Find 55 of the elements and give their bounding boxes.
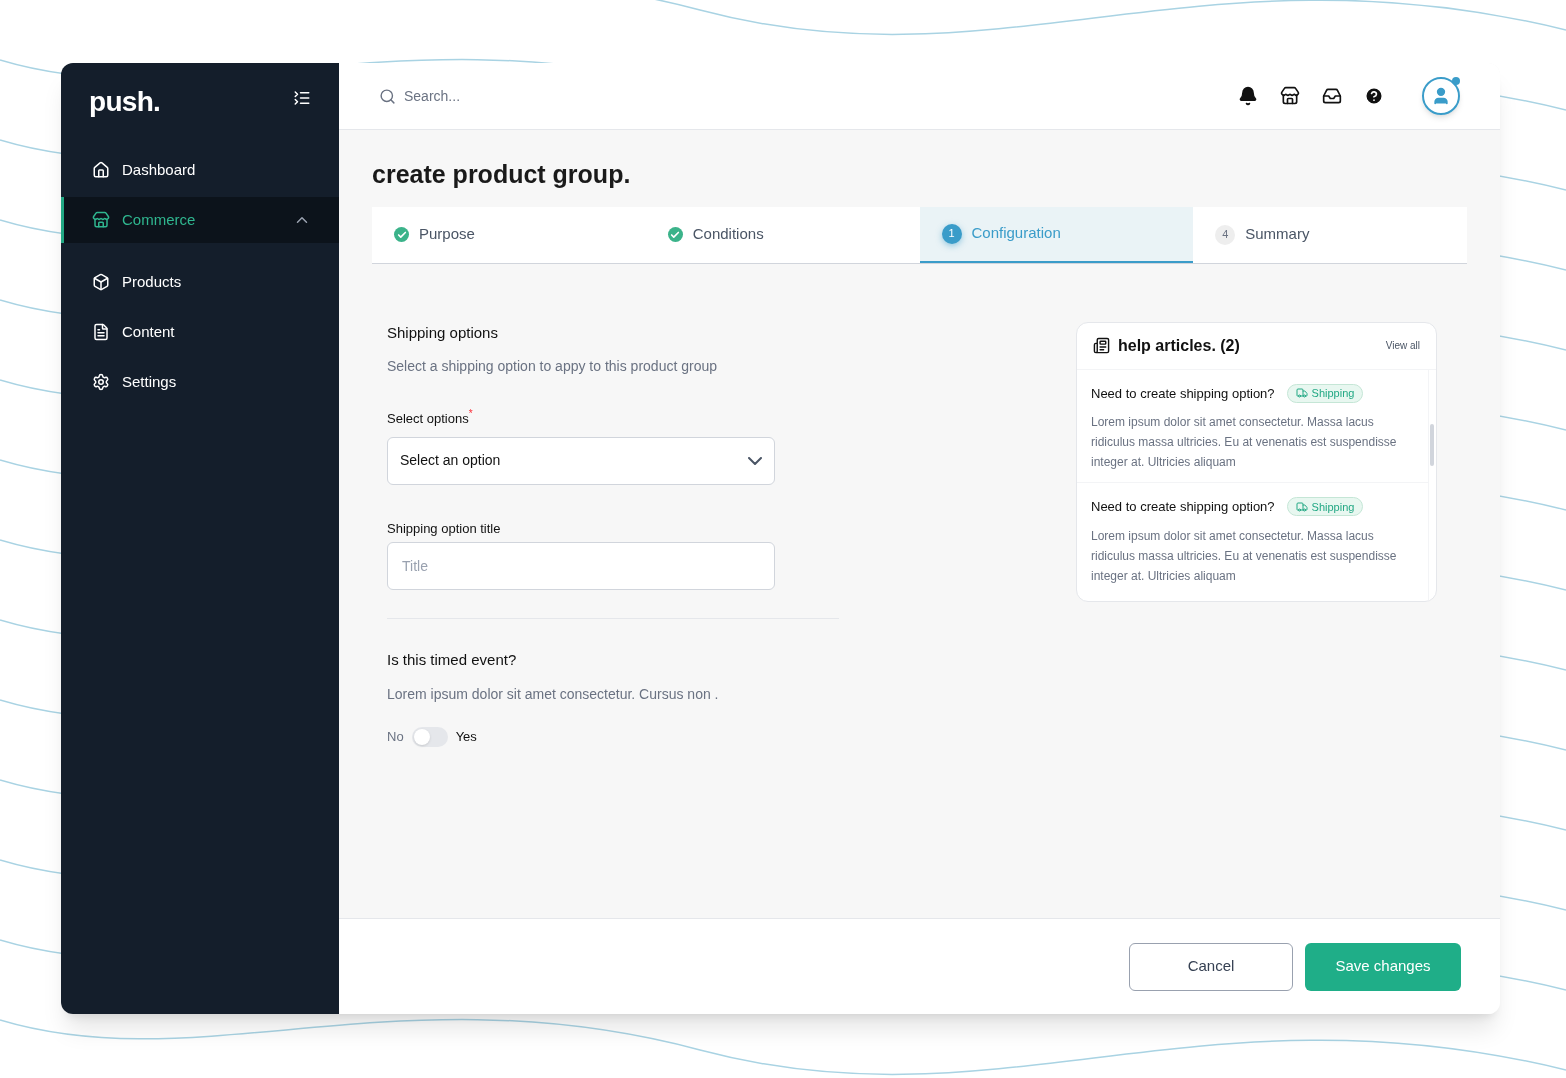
section-heading: Shipping options — [387, 322, 499, 343]
step-tab[interactable]: Conditions — [645, 206, 920, 263]
check-icon — [667, 227, 683, 242]
bell-icon[interactable] — [1238, 86, 1258, 106]
truck-icon — [1295, 387, 1308, 400]
view-all-link[interactable]: View all — [1385, 338, 1420, 353]
check-icon — [394, 227, 409, 242]
settings-icon — [92, 373, 110, 391]
nav-item[interactable]: Commerce — [61, 197, 339, 243]
nav-item[interactable]: Content — [61, 309, 339, 355]
field-label: Shipping option title — [387, 519, 502, 538]
avatar[interactable] — [1422, 77, 1460, 115]
help-icon[interactable] — [1364, 86, 1384, 106]
nav-item[interactable]: Products — [61, 259, 339, 305]
card-title: help articles. (2) — [1118, 335, 1240, 356]
home-icon — [92, 161, 110, 179]
select-dropdown[interactable]: Select an option — [387, 436, 775, 485]
box-icon — [92, 273, 110, 291]
required-mark: * — [468, 409, 473, 419]
field-label: Select options — [387, 411, 469, 428]
article-title: Need to create shipping option? — [1091, 384, 1275, 403]
nav-item[interactable]: Settings — [61, 359, 339, 405]
collapse-menu-icon[interactable] — [293, 89, 311, 107]
section-heading: Is this timed event? — [387, 650, 518, 670]
cancel-button[interactable]: Cancel — [1129, 942, 1293, 991]
store-icon[interactable] — [1280, 86, 1300, 106]
article-item[interactable]: Need to create shipping option? Shipping Lorem ipsum dolor sit amet consectetur. Massa lacus ridiculus massa ultricies. Eu at venenatis est suspendisse integer at. Ultricies aliquam — [1077, 369, 1428, 482]
inbox-icon[interactable] — [1322, 86, 1342, 106]
article-body: Lorem ipsum dolor sit amet consectetur. Massa lacus ridiculus massa ultricies. Eu at venenatis est suspendisse integer at. Ultricies aliquam — [1091, 414, 1398, 471]
article-body: Lorem ipsum dolor sit amet consectetur. Massa lacus ridiculus massa ultricies. Eu at venenatis est suspendisse integer at. Ultricies aliquam — [1091, 527, 1398, 585]
step-tab[interactable]: Purpose — [372, 206, 646, 263]
step-number: 1 — [941, 223, 962, 244]
tag: Shipping — [1286, 497, 1364, 517]
store-icon — [92, 211, 110, 229]
article-item[interactable]: Need to create shipping option? Shipping Lorem ipsum dolor sit amet consectetur. Massa lacus ridiculus massa ultricies. Eu at venenatis est suspendisse integer at. Ultricies aliquam — [1077, 482, 1428, 596]
search-icon — [379, 87, 396, 105]
truck-icon — [1295, 500, 1308, 513]
logo: push. — [89, 85, 161, 119]
page-title: create product group. — [372, 159, 632, 190]
toggle-switch[interactable] — [411, 726, 448, 747]
step-number: 4 — [1215, 224, 1236, 245]
toggle-label: No — [387, 727, 404, 746]
section-description: Lorem ipsum dolor sit amet consectetur. Cursus non . — [387, 684, 720, 704]
document-icon — [92, 323, 110, 341]
article-icon — [1093, 337, 1110, 354]
title-input[interactable]: Title — [387, 542, 775, 590]
step-tab[interactable]: 4 Summary — [1193, 206, 1467, 263]
section-description: Select a shipping option to appy to this product group — [387, 357, 718, 376]
toggle-label: Yes — [455, 727, 477, 746]
scrollbar[interactable] — [1428, 369, 1434, 601]
search-field[interactable]: Search... — [404, 85, 704, 107]
article-title: Need to create shipping option? — [1091, 498, 1275, 516]
nav-item[interactable]: Dashboard — [61, 147, 339, 193]
tag: Shipping — [1286, 383, 1364, 403]
chevron-down-icon — [748, 456, 762, 465]
